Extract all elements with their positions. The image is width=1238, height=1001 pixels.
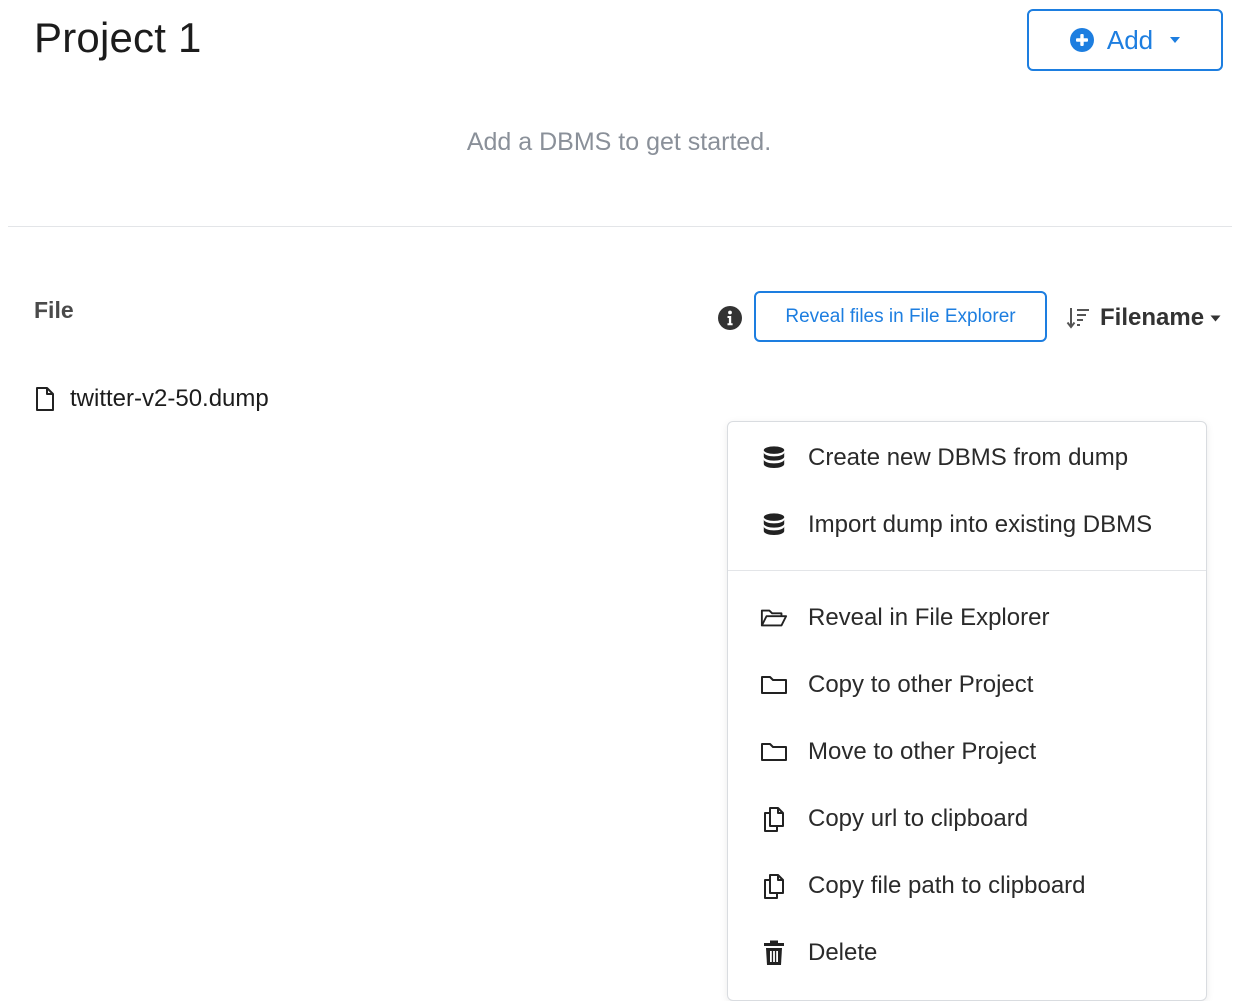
menu-item-copy-file-path[interactable]: Copy file path to clipboard [728, 858, 1206, 914]
copy-icon [764, 874, 784, 899]
file-name: twitter-v2-50.dump [70, 385, 269, 412]
plus-circle-icon [1069, 28, 1094, 52]
menu-item-label: Create new DBMS from dump [808, 444, 1129, 471]
empty-state-message: Add a DBMS to get started. [466, 128, 772, 156]
sort-dropdown[interactable]: Filename [1066, 300, 1221, 336]
folder-icon [761, 743, 787, 761]
caret-down-icon [1170, 37, 1181, 43]
menu-item-label: Copy url to clipboard [808, 805, 1029, 832]
caret-down-icon [1210, 315, 1221, 321]
menu-item-create-dbms[interactable]: Create new DBMS from dump [728, 430, 1206, 486]
page-title: Project 1 [34, 14, 202, 61]
add-button-label: Add [1106, 24, 1154, 55]
file-list-item[interactable]: twitter-v2-50.dump [34, 385, 269, 413]
menu-item-import-dump[interactable]: Import dump into existing DBMS [728, 497, 1206, 553]
menu-item-label: Delete [808, 939, 878, 966]
menu-item-label: Move to other Project [808, 738, 1037, 765]
menu-item-label: Import dump into existing DBMS [808, 511, 1153, 538]
menu-divider [728, 570, 1206, 571]
folder-icon [761, 676, 787, 694]
add-button[interactable]: Add [1027, 9, 1223, 71]
menu-item-move-to-project[interactable]: Move to other Project [728, 724, 1206, 780]
info-icon[interactable] [717, 305, 743, 331]
menu-item-copy-url[interactable]: Copy url to clipboard [728, 791, 1206, 847]
menu-item-label: Copy to other Project [808, 671, 1034, 698]
menu-item-label: Reveal in File Explorer [808, 604, 1050, 631]
menu-item-delete[interactable]: Delete [728, 925, 1206, 981]
reveal-files-button[interactable]: Reveal files in File Explorer [754, 291, 1047, 342]
menu-item-copy-to-project[interactable]: Copy to other Project [728, 657, 1206, 713]
file-icon [36, 387, 54, 411]
folder-open-icon [760, 609, 788, 627]
file-context-menu: Create new DBMS from dump Import dump in… [727, 421, 1207, 1001]
sort-label: Filename [1100, 304, 1205, 331]
copy-icon [764, 807, 784, 832]
file-column-header: File [34, 297, 74, 323]
trash-icon [764, 940, 784, 965]
sort-descending-icon [1066, 308, 1089, 329]
menu-item-reveal-in-explorer[interactable]: Reveal in File Explorer [728, 590, 1206, 646]
database-icon [763, 513, 785, 536]
section-divider [8, 226, 1232, 227]
menu-item-label: Copy file path to clipboard [808, 872, 1086, 899]
database-icon [763, 446, 785, 469]
